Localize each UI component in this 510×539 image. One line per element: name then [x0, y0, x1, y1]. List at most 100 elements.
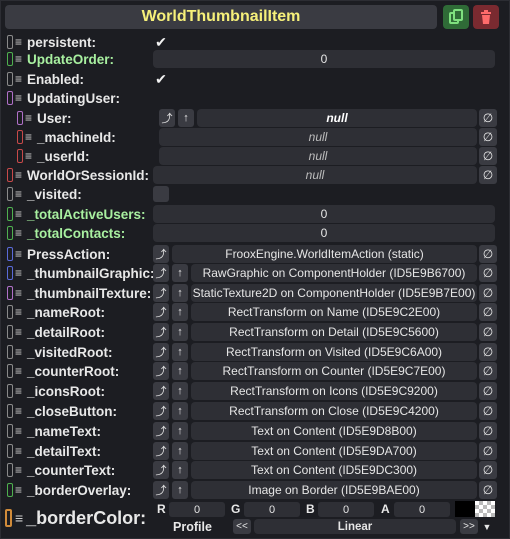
drag-handle-icon[interactable]: ≡	[15, 425, 25, 437]
jump-button[interactable]: ⤴	[153, 481, 169, 499]
drag-handle-icon[interactable]: ≡	[15, 405, 25, 417]
delete-button[interactable]	[473, 5, 499, 29]
drag-handle-icon[interactable]: ≡	[15, 484, 25, 496]
drag-handle-icon[interactable]: ≡	[15, 188, 25, 200]
clear-button[interactable]: ∅	[479, 109, 497, 127]
name-root-field[interactable]: RectTransform on Name (ID5E9C2E00)	[191, 303, 477, 321]
jump-button[interactable]: ⤴	[153, 264, 169, 282]
up-button[interactable]: ↑	[172, 284, 188, 302]
drag-handle-icon[interactable]: ≡	[15, 248, 25, 260]
clear-button[interactable]: ∅	[479, 166, 497, 184]
counter-root-field[interactable]: RectTransform on Counter (ID5E9C7E00)	[191, 362, 477, 380]
up-button[interactable]: ↑	[172, 461, 188, 479]
drag-handle-icon[interactable]: ≡	[15, 208, 25, 220]
icons-root-field[interactable]: RectTransform on Icons (ID5E9C9200)	[191, 382, 477, 400]
drag-handle-icon[interactable]: ≡	[15, 287, 25, 299]
up-button[interactable]: ↑	[172, 382, 188, 400]
r-channel-input[interactable]: 0	[169, 502, 225, 517]
drag-handle-icon[interactable]: ≡	[15, 510, 23, 526]
user-ref-field[interactable]: null	[197, 109, 477, 127]
drag-handle-icon[interactable]: ≡	[15, 346, 25, 358]
drag-handle-icon[interactable]: ≡	[15, 326, 25, 338]
g-channel-input[interactable]: 0	[244, 502, 300, 517]
total-contacts-input[interactable]: 0	[153, 224, 495, 242]
enabled-checkbox[interactable]: ✔	[153, 71, 169, 87]
up-button[interactable]: ↑	[172, 402, 188, 420]
up-button[interactable]: ↑	[172, 481, 188, 499]
drag-handle-icon[interactable]: ≡	[15, 92, 25, 104]
update-order-input[interactable]: 0	[153, 50, 495, 68]
total-active-users-input[interactable]: 0	[153, 205, 495, 223]
up-button[interactable]: ↑	[172, 264, 188, 282]
jump-button[interactable]: ⤴	[153, 303, 169, 321]
duplicate-button[interactable]	[443, 5, 469, 29]
up-button[interactable]: ↑	[178, 109, 194, 127]
clear-button[interactable]: ∅	[479, 284, 497, 302]
clear-button[interactable]: ∅	[479, 461, 497, 479]
jump-button[interactable]: ⤴	[153, 382, 169, 400]
up-button[interactable]: ↑	[172, 362, 188, 380]
up-button[interactable]: ↑	[172, 442, 188, 460]
name-text-field[interactable]: Text on Content (ID5E9D8B00)	[191, 422, 477, 440]
detail-text-field[interactable]: Text on Content (ID5E9DA700)	[191, 442, 477, 460]
jump-button[interactable]: ⤴	[153, 245, 169, 263]
visited-checkbox[interactable]	[153, 186, 169, 202]
drag-handle-icon[interactable]: ≡	[25, 150, 35, 162]
drag-handle-icon[interactable]: ≡	[15, 267, 25, 279]
chevron-down-icon[interactable]: ▼	[479, 519, 495, 534]
clear-button[interactable]: ∅	[479, 362, 497, 380]
drag-handle-icon[interactable]: ≡	[15, 445, 25, 457]
drag-handle-icon[interactable]: ≡	[15, 365, 25, 377]
jump-button[interactable]: ⤴	[153, 422, 169, 440]
drag-handle-icon[interactable]: ≡	[15, 464, 25, 476]
persistent-checkbox[interactable]: ✔	[153, 34, 169, 50]
drag-handle-icon[interactable]: ≡	[25, 131, 35, 143]
profile-prev-button[interactable]: <<	[233, 519, 251, 534]
close-button-field[interactable]: RectTransform on Close (ID5E9C4200)	[191, 402, 477, 420]
up-button[interactable]: ↑	[172, 422, 188, 440]
thumbnail-texture-field[interactable]: StaticTexture2D on ComponentHolder (ID5E…	[191, 284, 477, 302]
thumbnail-graphic-field[interactable]: RawGraphic on ComponentHolder (ID5E9B670…	[191, 264, 477, 282]
up-button[interactable]: ↑	[172, 303, 188, 321]
drag-handle-icon[interactable]: ≡	[15, 73, 25, 85]
jump-button[interactable]: ⤴	[153, 343, 169, 361]
drag-handle-icon[interactable]: ≡	[15, 169, 25, 181]
drag-handle-icon[interactable]: ≡	[15, 306, 25, 318]
jump-button[interactable]: ⤴	[153, 402, 169, 420]
component-title[interactable]: WorldThumbnailItem	[5, 5, 437, 29]
clear-button[interactable]: ∅	[479, 422, 497, 440]
drag-handle-icon[interactable]: ≡	[15, 385, 25, 397]
press-action-field[interactable]: FrooxEngine.WorldItemAction (static)	[172, 245, 477, 263]
clear-button[interactable]: ∅	[479, 442, 497, 460]
drag-handle-icon[interactable]: ≡	[15, 36, 25, 48]
up-button[interactable]: ↑	[172, 343, 188, 361]
clear-button[interactable]: ∅	[479, 128, 497, 146]
jump-button[interactable]: ⤴	[153, 461, 169, 479]
up-button[interactable]: ↑	[172, 323, 188, 341]
clear-button[interactable]: ∅	[479, 481, 497, 499]
border-overlay-field[interactable]: Image on Border (ID5E9BAE00)	[191, 481, 477, 499]
machine-id-field[interactable]: null	[159, 128, 477, 146]
profile-next-button[interactable]: >>	[460, 519, 478, 534]
clear-button[interactable]: ∅	[479, 245, 497, 263]
a-channel-input[interactable]: 0	[394, 502, 450, 517]
clear-button[interactable]: ∅	[479, 402, 497, 420]
clear-button[interactable]: ∅	[479, 382, 497, 400]
jump-button[interactable]: ⤴	[159, 109, 175, 127]
b-channel-input[interactable]: 0	[318, 502, 374, 517]
drag-handle-icon[interactable]: ≡	[15, 227, 25, 239]
counter-text-field[interactable]: Text on Content (ID5E9DC300)	[191, 461, 477, 479]
drag-handle-icon[interactable]: ≡	[15, 53, 25, 65]
drag-handle-icon[interactable]: ≡	[25, 112, 35, 124]
jump-button[interactable]: ⤴	[153, 442, 169, 460]
clear-button[interactable]: ∅	[479, 147, 497, 165]
visited-root-field[interactable]: RectTransform on Visited (ID5E9C6A00)	[191, 343, 477, 361]
clear-button[interactable]: ∅	[479, 264, 497, 282]
clear-button[interactable]: ∅	[479, 303, 497, 321]
detail-root-field[interactable]: RectTransform on Detail (ID5E9C5600)	[191, 323, 477, 341]
profile-value[interactable]: Linear	[254, 519, 456, 534]
jump-button[interactable]: ⤴	[153, 323, 169, 341]
clear-button[interactable]: ∅	[479, 343, 497, 361]
jump-button[interactable]: ⤴	[153, 362, 169, 380]
jump-button[interactable]: ⤴	[153, 284, 169, 302]
